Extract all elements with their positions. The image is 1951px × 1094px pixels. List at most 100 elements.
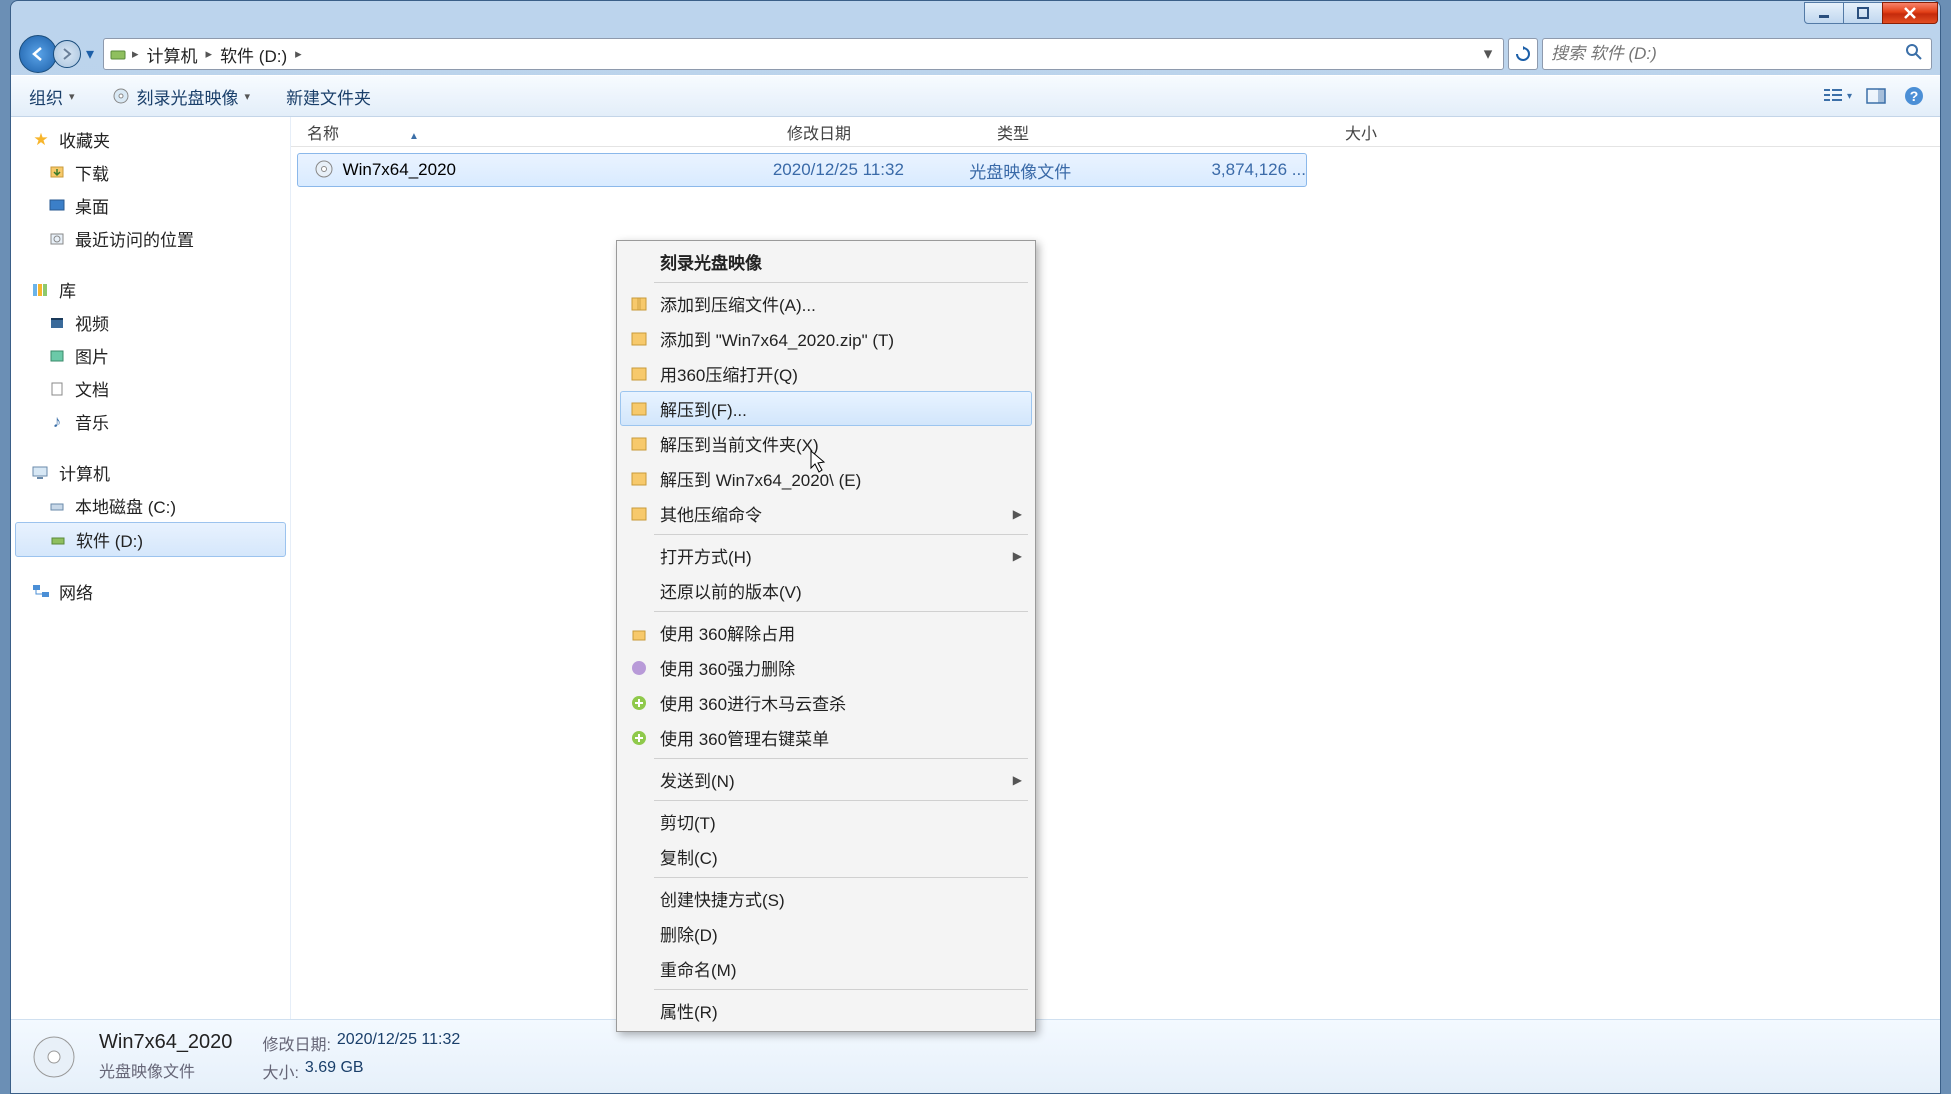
cm-extract-to[interactable]: 解压到(F)... <box>620 391 1032 426</box>
cm-delete[interactable]: 删除(D) <box>620 916 1032 951</box>
details-file-icon <box>27 1030 81 1084</box>
file-size: 3,874,126 ... <box>1166 160 1306 180</box>
sidebar-videos[interactable]: 视频 <box>11 306 290 339</box>
column-headers: 名称▲ 修改日期 类型 大小 <box>291 117 1940 147</box>
column-size[interactable]: 大小 <box>1207 120 1377 144</box>
sidebar-libraries[interactable]: 库 <box>11 273 290 306</box>
close-button[interactable] <box>1882 2 1938 24</box>
maximize-button[interactable] <box>1843 2 1883 24</box>
cm-add-to-archive[interactable]: 添加到压缩文件(A)... <box>620 286 1032 321</box>
sidebar-downloads[interactable]: 下载 <box>11 156 290 189</box>
view-options-button[interactable]: ▾ <box>1824 84 1852 108</box>
details-size-value: 3.69 GB <box>305 1059 364 1083</box>
sidebar-network[interactable]: 网络 <box>11 575 290 608</box>
window-controls <box>1805 2 1938 24</box>
chevron-right-icon: ▸ <box>132 46 139 62</box>
cm-shortcut[interactable]: 创建快捷方式(S) <box>620 881 1032 916</box>
file-date: 2020/12/25 11:32 <box>773 160 969 180</box>
sort-indicator-icon: ▲ <box>409 131 419 142</box>
details-title: Win7x64_2020 <box>99 1031 232 1054</box>
cm-restore-prev[interactable]: 还原以前的版本(V) <box>620 573 1032 608</box>
cm-other-zip[interactable]: 其他压缩命令 ▶ <box>620 496 1032 531</box>
toolbar: 组织▾ 刻录光盘映像▾ 新建文件夹 ▾ ? <box>11 75 1940 117</box>
sidebar-documents[interactable]: 文档 <box>11 372 290 405</box>
cm-360-force-delete[interactable]: 使用 360强力删除 <box>620 650 1032 685</box>
sidebar-computer[interactable]: 计算机 <box>11 456 290 489</box>
cm-properties[interactable]: 属性(R) <box>620 993 1032 1028</box>
menu-icon <box>628 727 650 749</box>
content-area: 名称▲ 修改日期 类型 大小 Win7x64_2020 2020/12/25 1… <box>291 117 1940 1019</box>
breadcrumb-dropdown[interactable]: ▾ <box>1477 44 1499 64</box>
sidebar-recent[interactable]: 最近访问的位置 <box>11 222 290 255</box>
file-name: Win7x64_2020 <box>343 160 773 180</box>
submenu-arrow-icon: ▶ <box>1013 773 1022 787</box>
file-type: 光盘映像文件 <box>969 158 1165 183</box>
column-type[interactable]: 类型 <box>997 120 1207 144</box>
cm-open-360zip[interactable]: 用360压缩打开(Q) <box>620 356 1032 391</box>
help-button[interactable]: ? <box>1900 84 1928 108</box>
details-date-value: 2020/12/25 11:32 <box>337 1031 460 1055</box>
new-folder-button[interactable]: 新建文件夹 <box>280 80 377 113</box>
recent-icon <box>47 229 67 249</box>
cm-open-with[interactable]: 打开方式(H) ▶ <box>620 538 1032 573</box>
forward-button[interactable] <box>53 40 81 68</box>
search-input[interactable] <box>1551 44 1905 64</box>
cm-copy[interactable]: 复制(C) <box>620 839 1032 874</box>
sidebar-music[interactable]: ♪ 音乐 <box>11 405 290 438</box>
cm-360-unlock[interactable]: 使用 360解除占用 <box>620 615 1032 650</box>
titlebar <box>11 1 1940 33</box>
sidebar-pictures[interactable]: 图片 <box>11 339 290 372</box>
column-name[interactable]: 名称▲ <box>307 120 787 144</box>
sidebar-favorites[interactable]: ★ 收藏夹 <box>11 123 290 156</box>
music-icon: ♪ <box>47 412 67 432</box>
archive-icon <box>628 398 650 420</box>
refresh-button[interactable] <box>1508 38 1538 70</box>
breadcrumb-folder[interactable]: 软件 (D:) <box>216 42 291 67</box>
file-row[interactable]: Win7x64_2020 2020/12/25 11:32 光盘映像文件 3,8… <box>297 153 1307 187</box>
unlock-icon <box>628 622 650 644</box>
cm-360-trojan-scan[interactable]: 使用 360进行木马云查杀 <box>620 685 1032 720</box>
download-icon <box>47 163 67 183</box>
cm-extract-here[interactable]: 解压到当前文件夹(X) <box>620 426 1032 461</box>
cm-cut[interactable]: 剪切(T) <box>620 804 1032 839</box>
details-date-key: 修改日期: <box>262 1031 330 1055</box>
chevron-right-icon: ▸ <box>206 46 213 62</box>
submenu-arrow-icon: ▶ <box>1013 549 1022 563</box>
sidebar-desktop[interactable]: 桌面 <box>11 189 290 222</box>
breadcrumb[interactable]: ▸ 计算机 ▸ 软件 (D:) ▸ ▾ <box>103 38 1504 70</box>
archive-icon <box>628 468 650 490</box>
cm-extract-folder[interactable]: 解压到 Win7x64_2020\ (E) <box>620 461 1032 496</box>
archive-icon <box>628 433 650 455</box>
organize-button[interactable]: 组织▾ <box>23 80 81 113</box>
computer-icon <box>31 463 51 483</box>
preview-pane-button[interactable] <box>1862 84 1890 108</box>
drive-icon <box>48 530 68 550</box>
back-button[interactable] <box>19 35 57 73</box>
context-menu: 刻录光盘映像 添加到压缩文件(A)... 添加到 "Win7x64_2020.z… <box>616 240 1036 1032</box>
chevron-right-icon: ▸ <box>295 46 302 62</box>
network-icon <box>31 582 51 602</box>
pictures-icon <box>47 346 67 366</box>
cm-rename[interactable]: 重命名(M) <box>620 951 1032 986</box>
archive-icon <box>628 328 650 350</box>
cm-burn-image[interactable]: 刻录光盘映像 <box>620 244 1032 279</box>
cm-send-to[interactable]: 发送到(N) ▶ <box>620 762 1032 797</box>
archive-icon <box>628 363 650 385</box>
documents-icon <box>47 379 67 399</box>
delete-icon <box>628 657 650 679</box>
cm-add-to-zip[interactable]: 添加到 "Win7x64_2020.zip" (T) <box>620 321 1032 356</box>
video-icon <box>47 313 67 333</box>
search-icon <box>1905 43 1923 66</box>
sidebar-software-d[interactable]: 软件 (D:) <box>15 522 286 557</box>
history-dropdown[interactable]: ▾ <box>81 35 99 73</box>
column-date[interactable]: 修改日期 <box>787 120 997 144</box>
burn-image-button[interactable]: 刻录光盘映像▾ <box>105 80 257 113</box>
details-subtitle: 光盘映像文件 <box>99 1058 232 1082</box>
sidebar-localdisk-c[interactable]: 本地磁盘 (C:) <box>11 489 290 522</box>
search-box[interactable] <box>1542 38 1932 70</box>
archive-icon <box>628 503 650 525</box>
cm-360-menu-manage[interactable]: 使用 360管理右键菜单 <box>620 720 1032 755</box>
submenu-arrow-icon: ▶ <box>1013 507 1022 521</box>
minimize-button[interactable] <box>1804 2 1844 24</box>
breadcrumb-computer[interactable]: 计算机 <box>143 42 202 67</box>
